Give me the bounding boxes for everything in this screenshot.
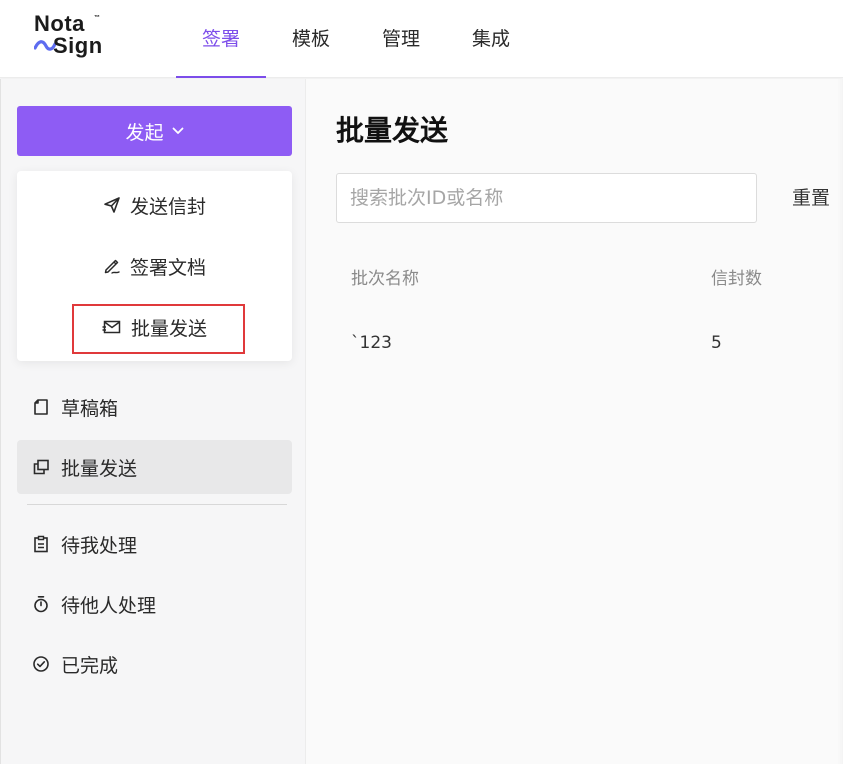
sidebar-divider [27,504,287,505]
tab-manage[interactable]: 管理 [356,0,446,78]
sidebar-item-label: 待我处理 [61,534,138,557]
menu-item-label: 发送信封 [129,195,206,218]
tab-integrations-label: 集成 [471,28,510,50]
menu-item-label: 签署文档 [129,256,206,279]
search-input[interactable] [336,173,757,223]
draft-icon [34,399,48,415]
sidebar-item-label: 草稿箱 [61,397,119,420]
menu-item-sign-document[interactable]: 签署文档 [17,236,292,296]
start-dropdown-menu: 发送信封 签署文档 批量发送 [17,171,292,361]
menu-item-bulk-send[interactable]: 批量发送 [17,297,292,357]
send-icon [104,197,120,213]
tab-sign[interactable]: 签署 [176,0,266,78]
clipboard-icon [34,535,48,553]
app-root: Nota ™ Sign 签署 模板 管理 集成 发起 发送信封 签署文档 批量发… [0,0,843,764]
timer-icon [34,596,48,613]
main-content: 批量发送 重置 批次名称 信封数 `123 5 [306,79,843,764]
sidebar: 发起 发送信封 签署文档 批量发送 草稿箱 批量发送 待我处理 待他人处理 已完… [0,79,306,764]
tab-sign-label: 签署 [201,28,240,50]
cell-envelope-count: 5 [711,333,722,353]
sidebar-item-label: 已完成 [61,654,119,677]
logo-text-bottom: Sign [53,33,103,58]
menu-item-send-envelope[interactable]: 发送信封 [17,175,292,235]
tab-templates-label: 模板 [291,28,330,50]
sidebar-item-pending-others[interactable]: 待他人处理 [17,577,292,631]
bulk-mail-icon [102,320,121,334]
sidebar-item-pending-me[interactable]: 待我处理 [17,517,292,571]
start-button-label: 发起 [125,121,164,144]
cell-batch-name: `123 [351,333,392,353]
sidebar-item-label: 批量发送 [61,457,138,480]
page-title: 批量发送 [336,114,449,147]
logo-trademark: ™ [94,15,100,21]
sidebar-item-drafts[interactable]: 草稿箱 [17,380,292,434]
main-nav: 签署 模板 管理 集成 [176,0,536,78]
menu-item-label: 批量发送 [130,317,207,340]
logo-text-top: Nota [34,11,85,36]
copy-icon [33,459,49,475]
table-row[interactable]: `123 5 [336,309,843,379]
sidebar-item-bulk-send[interactable]: 批量发送 [17,440,292,494]
tab-integrations[interactable]: 集成 [446,0,536,78]
reset-button[interactable]: 重置 [792,173,843,223]
top-header: Nota ™ Sign 签署 模板 管理 集成 [0,0,843,78]
check-circle-icon [33,656,49,672]
chevron-down-icon [172,127,183,134]
notasign-logo[interactable]: Nota ™ Sign [34,13,118,63]
active-tab-underline [176,76,266,78]
sidebar-item-label: 待他人处理 [61,594,157,617]
tab-templates[interactable]: 模板 [266,0,356,78]
column-header-batch-name: 批次名称 [351,269,419,289]
right-edge-shade [837,79,843,764]
column-header-envelope-count: 信封数 [711,269,762,289]
sidebar-item-completed[interactable]: 已完成 [17,637,292,691]
start-button[interactable]: 发起 [17,106,292,156]
pen-icon [104,259,120,274]
tab-manage-label: 管理 [381,28,420,50]
